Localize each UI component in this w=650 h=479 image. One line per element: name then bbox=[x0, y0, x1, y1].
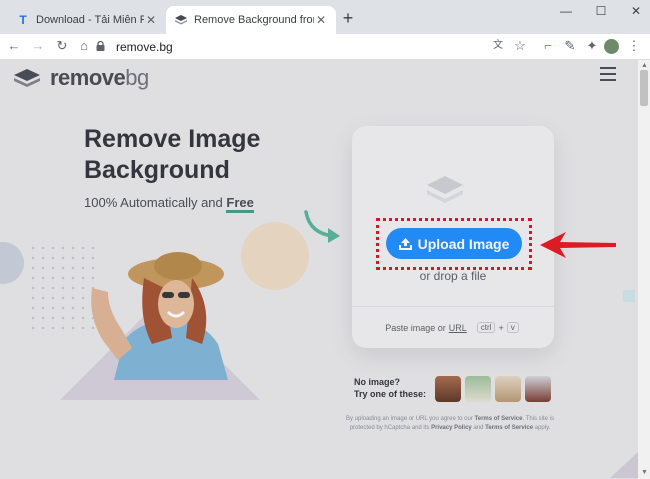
puzzle-icon[interactable]: ✦ bbox=[584, 38, 600, 54]
page-title: Remove Image Background bbox=[84, 125, 261, 184]
tab-remove-bg[interactable]: Remove Background from Image ✕ bbox=[166, 6, 336, 34]
scroll-up-icon[interactable]: ▲ bbox=[641, 62, 648, 69]
legal-text: By uploading an image or URL you agree t… bbox=[345, 416, 555, 431]
upload-icon bbox=[398, 237, 412, 250]
sample-image-food[interactable] bbox=[495, 376, 521, 402]
tab-favicon-icon: T bbox=[19, 13, 27, 27]
scrollbar-thumb[interactable] bbox=[640, 70, 648, 106]
home-icon[interactable]: ⌂ bbox=[76, 38, 92, 54]
logo-text: removebg bbox=[50, 65, 149, 90]
kbd-plus: + bbox=[498, 322, 504, 333]
star-icon[interactable]: ☆ bbox=[512, 38, 528, 54]
tab-title: Remove Background from Image bbox=[194, 14, 314, 26]
minimize-icon[interactable]: — bbox=[558, 4, 574, 18]
removebg-favicon-icon bbox=[174, 13, 188, 27]
window-close-icon[interactable]: ✕ bbox=[628, 4, 644, 18]
upload-button-label: Upload Image bbox=[417, 235, 510, 252]
decor-square bbox=[623, 290, 635, 302]
kbd-v: v bbox=[506, 322, 519, 333]
sample-image-car[interactable] bbox=[525, 376, 551, 402]
sample-image-woman[interactable] bbox=[435, 376, 461, 402]
tab-strip: T Download - Tải Miễn Phí VN - Ph... ✕ R… bbox=[0, 0, 650, 34]
address-bar[interactable]: remove.bg bbox=[96, 37, 532, 57]
upload-card: Upload Image or drop a file Paste image … bbox=[352, 126, 554, 348]
red-arrow-icon bbox=[540, 232, 616, 258]
logo-icon bbox=[14, 69, 40, 87]
hamburger-icon[interactable] bbox=[600, 67, 616, 81]
page-viewport: removebg Remove Image Background 100% Au… bbox=[0, 60, 650, 479]
decor-triangle-corner bbox=[610, 452, 638, 478]
tos-link[interactable]: Terms of Service bbox=[475, 416, 523, 422]
menu-dots-icon[interactable]: ⋮ bbox=[626, 38, 642, 54]
tab-download[interactable]: T Download - Tải Miễn Phí VN - Ph... ✕ bbox=[8, 6, 166, 34]
forward-icon[interactable]: → bbox=[30, 38, 46, 54]
paste-url-link[interactable]: URL bbox=[449, 323, 467, 333]
extension-icon[interactable]: ⌐ bbox=[540, 38, 556, 54]
browser-toolbar: ← → ↻ ⌂ remove.bg 文 ☆ ⌐ ✎ ✦ ⋮ bbox=[0, 34, 650, 60]
green-arrow-icon bbox=[304, 210, 340, 243]
no-image-prompt: No image? Try one of these: bbox=[354, 377, 427, 399]
profile-avatar[interactable] bbox=[604, 39, 619, 54]
drop-file-text: or drop a file bbox=[419, 269, 487, 283]
tab-close-icon[interactable]: ✕ bbox=[144, 13, 158, 27]
paste-text: Paste image or bbox=[385, 322, 446, 333]
site-logo[interactable]: removebg bbox=[12, 65, 149, 91]
decor-circle bbox=[0, 242, 24, 284]
tab-close-icon[interactable]: ✕ bbox=[314, 13, 328, 27]
tos-link-2[interactable]: Terms of Service bbox=[485, 425, 533, 431]
page-scrollbar[interactable] bbox=[638, 60, 650, 479]
new-tab-icon[interactable]: + bbox=[340, 9, 356, 27]
tab-title: Download - Tải Miễn Phí VN - Ph... bbox=[36, 14, 144, 26]
privacy-link[interactable]: Privacy Policy bbox=[431, 425, 472, 431]
upload-image-button[interactable]: Upload Image bbox=[386, 228, 522, 259]
reload-icon[interactable]: ↻ bbox=[54, 38, 70, 54]
paste-hint: Paste image or URL ctrl + v bbox=[352, 306, 554, 348]
translate-icon[interactable]: 文 bbox=[490, 38, 506, 54]
sample-image-llama[interactable] bbox=[465, 376, 491, 402]
lock-icon bbox=[96, 40, 110, 53]
woman-with-hat-image bbox=[91, 252, 228, 380]
eyedropper-icon[interactable]: ✎ bbox=[562, 38, 578, 54]
layers-icon bbox=[427, 176, 463, 203]
scroll-down-icon[interactable]: ▼ bbox=[641, 469, 648, 476]
address-text: remove.bg bbox=[116, 40, 173, 54]
hero-subtitle: 100% Automatically and Free bbox=[84, 195, 254, 213]
kbd-ctrl: ctrl bbox=[476, 322, 496, 333]
back-icon[interactable]: ← bbox=[6, 38, 22, 54]
maximize-icon[interactable]: ☐ bbox=[593, 4, 609, 18]
